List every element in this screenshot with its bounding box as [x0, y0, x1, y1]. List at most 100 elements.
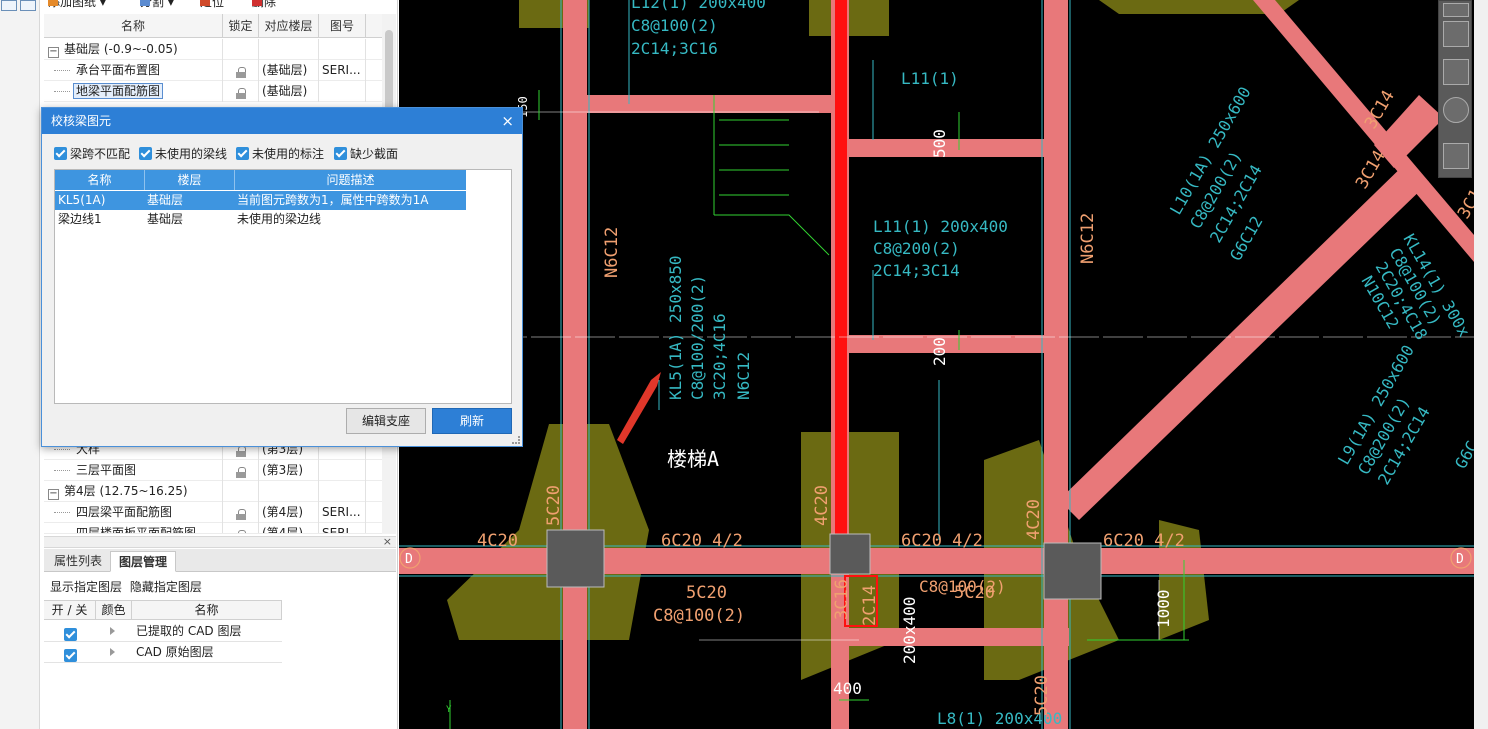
tree-connector [54, 512, 70, 513]
layer-row[interactable]: 已提取的 CAD 图层 [44, 621, 282, 642]
issue-grid-header: 名称 楼层 问题描述 [55, 170, 466, 190]
checkbox-icon[interactable] [139, 147, 152, 160]
show-layer-link[interactable]: 显示指定图层 [50, 580, 122, 594]
split-button[interactable]: 分割 ▾ [140, 0, 174, 8]
filter-label: 未使用的梁线 [155, 147, 228, 161]
filter-span-mismatch[interactable]: 梁跨不匹配 [54, 146, 130, 162]
cad-label: 2C14;3C16 [631, 39, 718, 58]
close-icon[interactable]: × [501, 108, 514, 134]
add-drawing-icon [48, 0, 58, 6]
cad-dim: 500 [930, 129, 949, 158]
grid-view-icon[interactable] [1443, 143, 1469, 169]
filter-unused-annotation[interactable]: 未使用的标注 [236, 146, 324, 162]
layer-col-name[interactable]: 名称 [132, 601, 282, 620]
tree-group-row[interactable]: − 基础层 (-0.9~-0.05) [44, 39, 382, 60]
checkbox-icon[interactable] [54, 147, 67, 160]
3d-view-icon[interactable] [1443, 3, 1469, 17]
delete-button[interactable]: 删除 [252, 0, 276, 8]
list-view-icon[interactable] [1, 0, 17, 11]
tree-cell-lock[interactable] [223, 481, 259, 502]
resize-grip-icon[interactable] [512, 436, 520, 444]
col-lock-header[interactable]: 锁定 [223, 14, 259, 38]
issue-row[interactable]: 梁边线1 基础层 未使用的梁边线 [55, 210, 466, 229]
left-tool-strip [0, 0, 40, 729]
filter-missing-section[interactable]: 缺少截面 [334, 146, 398, 162]
view-cube-panel [1438, 0, 1472, 178]
tree-cell-lock[interactable] [223, 502, 259, 523]
tree-cell-lock[interactable] [223, 60, 259, 81]
cad-label: 4C20 [812, 485, 832, 526]
tree-cell-number: SERI... [319, 502, 366, 523]
col-name-header[interactable]: 名称 [44, 14, 223, 38]
detail-view-icon[interactable] [20, 0, 36, 11]
col-floor-header[interactable]: 对应楼层 [259, 14, 319, 38]
dialog-title-text: 校核梁图元 [51, 114, 112, 128]
issue-row[interactable]: KL5(1A) 基础层 当前图元跨数为1，属性中跨数为1A [55, 191, 466, 210]
grid-col-floor[interactable]: 楼层 [145, 170, 235, 190]
cad-label: L11(1) [901, 69, 959, 88]
cad-dim: 200 [930, 337, 949, 366]
collapse-icon[interactable]: − [48, 47, 59, 58]
tree-cell-lock[interactable] [223, 523, 259, 533]
lock-icon[interactable] [235, 67, 246, 78]
grid-col-name[interactable]: 名称 [55, 170, 145, 190]
filter-label: 未使用的标注 [252, 147, 325, 161]
lock-icon[interactable] [235, 509, 246, 520]
collapse-icon[interactable]: − [48, 489, 59, 500]
rotate-icon[interactable] [1443, 97, 1469, 123]
checkbox-icon[interactable] [236, 147, 249, 160]
cad-drawing: L12(1) 200x400 C8@100(2) 2C14;3C16 L11(1… [399, 0, 1474, 729]
layer-col-color[interactable]: 颜色 [96, 601, 132, 620]
dock-tabs: 属性列表 图层管理 [44, 549, 396, 572]
tree-item-label: 地梁平面配筋图 [73, 83, 164, 99]
cad-axis-label: Y [446, 705, 452, 715]
tree-connector [54, 533, 70, 534]
tree-cell-lock[interactable] [223, 460, 259, 481]
tab-layer-management[interactable]: 图层管理 [110, 551, 177, 572]
col-number-header[interactable]: 图号 [319, 14, 366, 38]
box-view-icon[interactable] [1443, 59, 1469, 85]
lock-icon[interactable] [235, 467, 246, 478]
cad-label: 楼梯A [667, 447, 719, 471]
lock-icon[interactable] [235, 88, 246, 99]
tree-cell-lock[interactable] [223, 81, 259, 102]
edit-support-button[interactable]: 编辑支座 [346, 408, 426, 434]
tree-group-row[interactable]: − 第4层 (12.75~16.25) [44, 481, 382, 502]
layer-col-toggle[interactable]: 开 / 关 [44, 601, 96, 620]
dock-close-icon[interactable]: × [383, 535, 396, 548]
right-scroll-edge[interactable] [1474, 0, 1488, 729]
grid-col-desc[interactable]: 问题描述 [235, 170, 466, 190]
locate-button[interactable]: 定位 [200, 0, 224, 8]
tree-drawing-row[interactable]: 地梁平面配筋图 (基础层) [44, 81, 382, 102]
issue-grid: 名称 楼层 问题描述 KL5(1A) 基础层 当前图元跨数为1，属性中跨数为1A… [54, 169, 512, 404]
filter-unused-beam-line[interactable]: 未使用的梁线 [139, 146, 227, 162]
tree-drawing-row[interactable]: 承台平面布置图 (基础层) SERI... [44, 60, 382, 81]
add-drawing-button[interactable]: 添加图纸 ▾ [48, 0, 106, 8]
delete-icon [252, 0, 262, 6]
cad-label: G6C [1451, 437, 1474, 472]
cad-dim: 400 [833, 679, 862, 698]
tree-cell-lock[interactable] [223, 39, 259, 60]
cad-label: KL5(1A) 250x850 [666, 256, 685, 401]
drawing-toolbar: 添加图纸 ▾ 分割 ▾ 定位 删除 [44, 0, 398, 12]
tree-drawing-row[interactable]: 四层楼面板平面配筋图 (第4层) SERI... [44, 523, 382, 534]
tree-drawing-row[interactable]: 三层平面图 (第3层) [44, 460, 382, 481]
issue-desc: 当前图元跨数为1，属性中跨数为1A [237, 193, 429, 207]
expand-icon[interactable] [110, 627, 115, 635]
expand-icon[interactable] [110, 648, 115, 656]
layer-row[interactable]: CAD 原始图层 [44, 642, 282, 663]
tree-connector [54, 91, 70, 92]
checkbox-icon[interactable] [334, 147, 347, 160]
lock-icon[interactable] [235, 446, 246, 457]
cad-canvas[interactable]: L12(1) 200x400 C8@100(2) 2C14;3C16 L11(1… [399, 0, 1474, 729]
cube-view-icon[interactable] [1443, 21, 1469, 47]
lock-icon[interactable] [236, 530, 246, 533]
tree-cell-floor: (第3层) [259, 460, 319, 481]
dock-splitter[interactable]: × [44, 535, 396, 548]
tab-properties[interactable]: 属性列表 [46, 551, 110, 572]
layer-toggle-checkbox[interactable] [64, 649, 77, 662]
hide-layer-link[interactable]: 隐藏指定图层 [130, 580, 202, 594]
tree-drawing-row[interactable]: 四层梁平面配筋图 (第4层) SERI... [44, 502, 382, 523]
refresh-button[interactable]: 刷新 [432, 408, 512, 434]
layer-toggle-checkbox[interactable] [64, 628, 77, 641]
